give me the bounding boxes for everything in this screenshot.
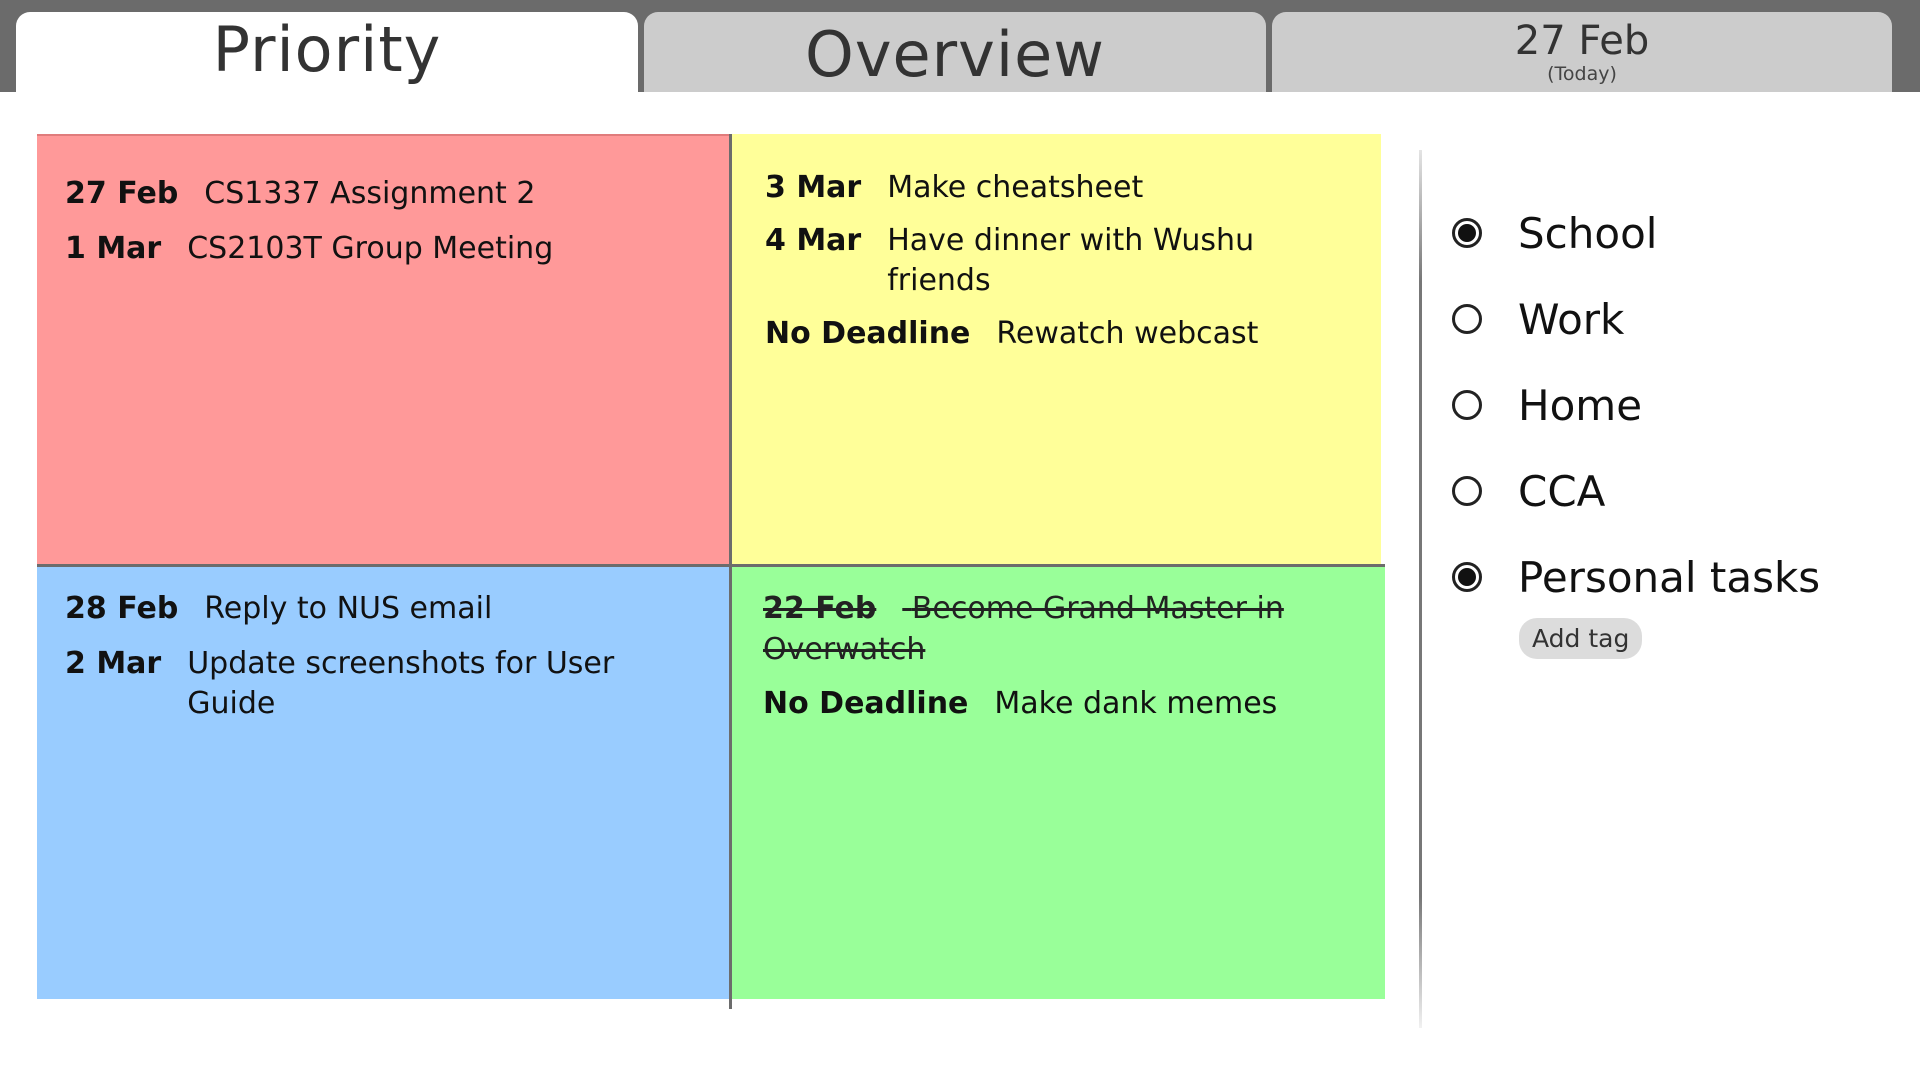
tab-bar: Priority Overview 27 Feb (Today) <box>0 0 1920 92</box>
task-title: Rewatch webcast <box>996 315 1259 351</box>
quadrant-yellow: 3 Mar Make cheatsheet 4 Mar Have dinner … <box>729 134 1381 564</box>
task-date: 4 Mar <box>765 222 862 258</box>
task-date: 3 Mar <box>765 170 862 205</box>
radio-button-selected[interactable] <box>1452 218 1482 248</box>
task-title: CS1337 Assignment 2 <box>204 176 536 211</box>
task-item[interactable]: 28 Feb Reply to NUS email <box>37 589 729 630</box>
task-date: 28 Feb <box>65 591 179 626</box>
radio-button[interactable] <box>1452 476 1482 506</box>
task-date: 27 Feb <box>65 176 179 211</box>
tag-option-cca[interactable]: CCA <box>1452 448 1892 534</box>
radio-dot-icon <box>1458 224 1476 242</box>
task-item-completed[interactable]: 22 Feb Become Grand Master in Overwatch <box>732 589 1385 670</box>
tab-priority[interactable]: Priority <box>16 12 638 92</box>
tag-option-work[interactable]: Work <box>1452 276 1892 362</box>
tag-label: Home <box>1518 380 1643 430</box>
task-title: Update screenshots for User Guide <box>187 645 615 722</box>
tag-option-home[interactable]: Home <box>1452 362 1892 448</box>
add-tag-button[interactable]: Add tag <box>1519 618 1643 659</box>
task-item[interactable]: 3 Mar Make cheatsheet <box>732 168 1381 209</box>
task-item[interactable]: 27 Feb CS1337 Assignment 2 <box>37 174 729 215</box>
task-date: 2 Mar <box>65 645 162 681</box>
tab-overview[interactable]: Overview <box>644 12 1266 92</box>
tab-today-label: 27 Feb <box>1514 18 1650 64</box>
tag-label: Work <box>1518 294 1625 344</box>
task-title: Have dinner with Wushu friends <box>887 222 1255 299</box>
task-title: Make cheatsheet <box>887 170 1144 205</box>
radio-dot-icon <box>1458 568 1476 586</box>
tab-priority-label: Priority <box>212 13 442 86</box>
task-date: No Deadline <box>763 686 969 721</box>
task-title: Make dank memes <box>994 686 1278 721</box>
tag-option-school[interactable]: School <box>1452 190 1892 276</box>
task-date: 22 Feb <box>763 591 877 626</box>
tab-today[interactable]: 27 Feb (Today) <box>1272 12 1892 92</box>
task-date: No Deadline <box>765 315 971 351</box>
quadrant-red: 27 Feb CS1337 Assignment 2 1 Mar CS2103T… <box>37 134 729 564</box>
task-item[interactable]: No Deadline Make dank memes <box>732 684 1385 725</box>
tag-filter-list: School Work Home CCA Personal tasks <box>1452 190 1892 620</box>
task-item[interactable]: 2 Mar Update screenshots for User Guide <box>37 644 729 725</box>
quadrant-divider <box>729 999 732 1009</box>
tag-label: Personal tasks <box>1518 552 1821 602</box>
quadrant-blue: 28 Feb Reply to NUS email 2 Mar Update s… <box>37 564 729 999</box>
tag-option-personal-tasks[interactable]: Personal tasks <box>1452 534 1892 620</box>
tab-overview-label: Overview <box>805 18 1105 91</box>
task-date: 1 Mar <box>65 230 162 266</box>
panel-divider <box>1419 150 1422 1028</box>
radio-button[interactable] <box>1452 304 1482 334</box>
task-title: CS2103T Group Meeting <box>187 230 554 266</box>
task-item[interactable]: 4 Mar Have dinner with Wushu friends <box>732 221 1381 302</box>
tab-today-sublabel: (Today) <box>1547 63 1617 85</box>
task-title: Reply to NUS email <box>204 591 493 626</box>
radio-button[interactable] <box>1452 390 1482 420</box>
tag-label: CCA <box>1518 466 1606 516</box>
tag-label: School <box>1518 208 1658 258</box>
radio-button-selected[interactable] <box>1452 562 1482 592</box>
task-item[interactable]: 1 Mar CS2103T Group Meeting <box>37 229 729 270</box>
task-item[interactable]: No Deadline Rewatch webcast <box>732 314 1381 355</box>
quadrant-green: 22 Feb Become Grand Master in Overwatch … <box>729 564 1385 999</box>
